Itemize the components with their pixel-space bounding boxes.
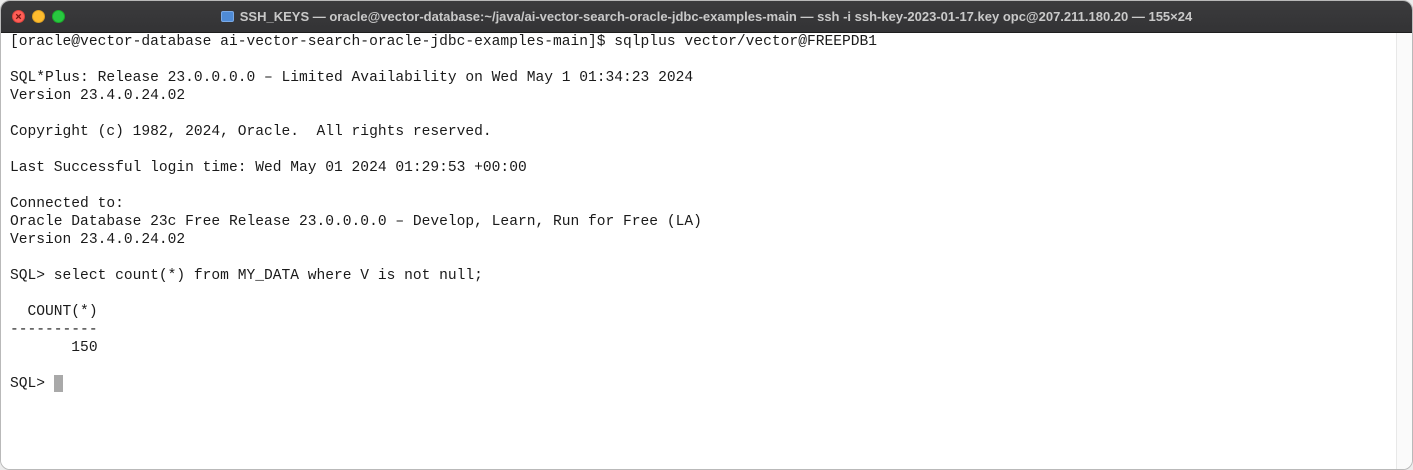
window-title: SSH_KEYS — oracle@vector-database:~/java… <box>239 9 1193 24</box>
terminal-line: ---------- <box>10 322 98 338</box>
minimize-button[interactable] <box>32 10 45 23</box>
terminal-window: SSH_KEYS — oracle@vector-database:~/java… <box>0 0 1413 470</box>
terminal-output: [oracle@vector-database ai-vector-search… <box>10 33 877 393</box>
terminal-line: Connected to: <box>10 196 124 212</box>
terminal-line: Copyright (c) 1982, 2024, Oracle. All ri… <box>10 124 492 140</box>
terminal-line: 150 <box>10 340 98 356</box>
title-bar[interactable]: SSH_KEYS — oracle@vector-database:~/java… <box>1 1 1412 33</box>
maximize-button[interactable] <box>52 10 65 23</box>
terminal-content[interactable]: [oracle@vector-database ai-vector-search… <box>1 33 1396 469</box>
terminal-prompt-line[interactable]: SQL> <box>10 375 877 393</box>
sql-prompt: SQL> <box>10 376 54 392</box>
close-button[interactable] <box>12 10 25 23</box>
terminal-line: COUNT(*) <box>10 304 98 320</box>
terminal-line: Last Successful login time: Wed May 01 2… <box>10 160 527 176</box>
terminal-line: SQL*Plus: Release 23.0.0.0.0 – Limited A… <box>10 70 694 86</box>
terminal-line: Version 23.4.0.24.02 <box>10 88 186 104</box>
terminal-line: Version 23.4.0.24.02 <box>10 232 186 248</box>
terminal-line: Oracle Database 23c Free Release 23.0.0.… <box>10 214 702 230</box>
close-icon <box>15 13 22 20</box>
terminal-line: SQL> select count(*) from MY_DATA where … <box>10 268 483 284</box>
terminal-line: [oracle@vector-database ai-vector-search… <box>10 34 878 50</box>
folder-icon <box>220 11 234 22</box>
window-title-group: SSH_KEYS — oracle@vector-database:~/java… <box>1 1 1412 32</box>
text-cursor <box>53 375 63 392</box>
vertical-scrollbar[interactable] <box>1396 33 1412 469</box>
